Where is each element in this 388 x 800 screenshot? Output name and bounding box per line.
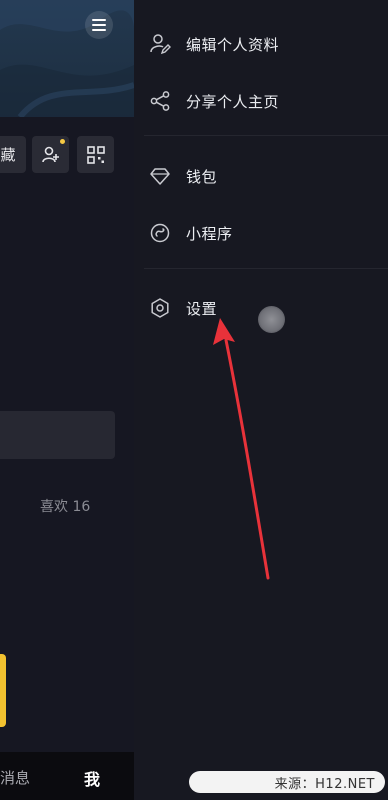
hamburger-icon — [92, 19, 106, 31]
collection-button-label: 藏 — [0, 146, 16, 164]
cover-pattern — [0, 0, 134, 117]
collection-button[interactable]: 藏 — [0, 136, 26, 173]
profile-page-background: 藏 喜欢 16 消息 我 — [0, 0, 134, 800]
menu-item-label: 编辑个人资料 — [186, 35, 280, 54]
side-drawer-menu: 编辑个人资料 分享个人主页 钱包 小程序 设置 — [134, 0, 388, 800]
share-icon — [148, 89, 172, 113]
nav-me-tab[interactable]: 我 — [84, 766, 100, 790]
menu-item-label: 设置 — [186, 299, 218, 318]
bottom-navigation-bar: 消息 我 — [0, 752, 134, 800]
settings-gear-icon — [148, 296, 172, 320]
menu-divider — [144, 268, 388, 269]
qr-code-button[interactable] — [77, 136, 114, 173]
source-watermark-text: 来源：H12.NET — [274, 776, 375, 792]
hamburger-menu-button[interactable] — [85, 11, 113, 39]
qr-code-icon — [86, 145, 105, 164]
menu-divider — [144, 135, 388, 136]
profile-info-bar[interactable] — [0, 411, 115, 459]
menu-item-share-profile[interactable]: 分享个人主页 — [134, 81, 388, 121]
source-watermark: 来源：H12.NET — [189, 771, 385, 793]
nav-messages-tab[interactable]: 消息 — [0, 767, 30, 788]
add-friend-button[interactable] — [32, 136, 69, 173]
notification-dot — [60, 139, 65, 144]
menu-item-wallet[interactable]: 钱包 — [134, 156, 388, 196]
menu-item-label: 分享个人主页 — [186, 92, 280, 111]
add-friend-icon — [41, 146, 59, 162]
wallet-diamond-icon — [148, 164, 172, 188]
floating-yellow-tab[interactable] — [0, 654, 6, 727]
app-screen: 藏 喜欢 16 消息 我 编辑个人资料 分享个人主页 钱包 小程序 设置 来源：… — [0, 0, 388, 800]
menu-item-mini-program[interactable]: 小程序 — [134, 213, 388, 253]
mini-program-icon — [148, 221, 172, 245]
edit-profile-icon — [148, 32, 172, 56]
likes-tab[interactable]: 喜欢 16 — [40, 496, 90, 516]
menu-item-label: 小程序 — [186, 224, 233, 243]
touch-indicator — [258, 306, 285, 333]
menu-item-label: 钱包 — [186, 167, 218, 186]
menu-item-edit-profile[interactable]: 编辑个人资料 — [134, 24, 388, 64]
profile-cover-image — [0, 0, 134, 117]
